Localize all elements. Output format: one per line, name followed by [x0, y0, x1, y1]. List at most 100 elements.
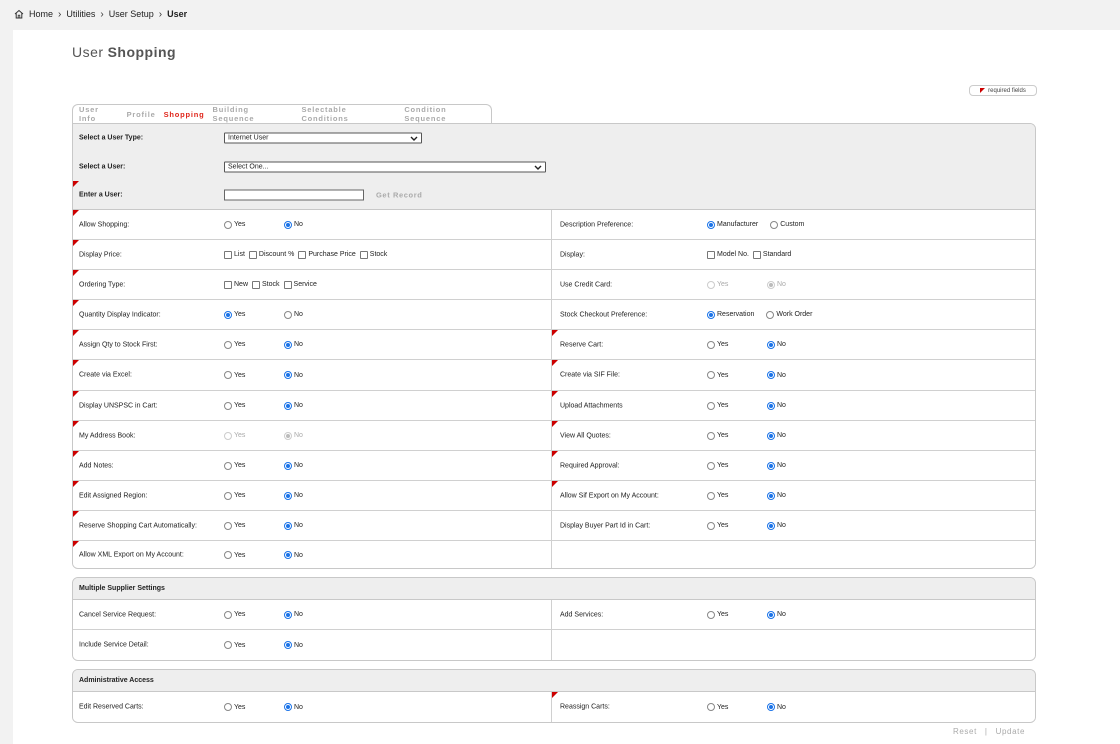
update-button[interactable]: Update — [996, 727, 1025, 736]
ordering-type-option-new[interactable]: New — [224, 280, 248, 289]
stock-checkout-preference-option-work-order[interactable]: Work Order — [766, 310, 812, 319]
breadcrumb-home[interactable]: Home — [29, 9, 53, 19]
checkbox[interactable] — [224, 250, 232, 259]
allow-sif-export-on-my-account-option-yes[interactable]: Yes — [707, 491, 767, 500]
radio-button[interactable] — [224, 340, 232, 349]
display-option-model-no[interactable]: Model No. — [707, 250, 749, 259]
radio-button[interactable] — [766, 310, 775, 319]
radio-button[interactable] — [224, 551, 232, 559]
description-preference-option-custom[interactable]: Custom — [770, 220, 804, 229]
get-record-button[interactable]: Get Record — [376, 191, 422, 200]
display-unspsc-in-cart-option-no[interactable]: No — [284, 401, 344, 410]
radio-button[interactable] — [707, 340, 715, 349]
checkbox[interactable] — [283, 280, 292, 289]
tab-building-sequence[interactable]: Building Sequence — [213, 105, 294, 123]
display-buyer-part-id-in-cart-option-yes[interactable]: Yes — [707, 521, 767, 530]
add-notes-option-yes[interactable]: Yes — [224, 461, 284, 470]
home-icon[interactable] — [14, 9, 24, 19]
tab-shopping[interactable]: Shopping — [164, 110, 205, 119]
view-all-quotes-option-no[interactable]: No — [767, 431, 827, 440]
radio-button[interactable] — [707, 703, 715, 711]
radio-button[interactable] — [767, 340, 775, 349]
add-services-option-no[interactable]: No — [767, 610, 827, 619]
checkbox[interactable] — [252, 280, 261, 289]
upload-attachments-option-no[interactable]: No — [767, 401, 827, 410]
upload-attachments-option-yes[interactable]: Yes — [707, 401, 767, 410]
create-via-sif-file-option-yes[interactable]: Yes — [707, 371, 767, 379]
edit-assigned-region-option-yes[interactable]: Yes — [224, 491, 284, 500]
include-service-detail-option-yes[interactable]: Yes — [224, 641, 284, 649]
display-price-option-list[interactable]: List — [224, 250, 245, 259]
display-price-option-stock[interactable]: Stock — [359, 250, 387, 259]
tab-profile[interactable]: Profile — [127, 110, 156, 119]
checkbox[interactable] — [248, 250, 257, 259]
radio-button[interactable] — [707, 220, 715, 229]
add-notes-option-no[interactable]: No — [284, 461, 344, 470]
radio-button[interactable] — [770, 220, 779, 229]
edit-assigned-region-option-no[interactable]: No — [284, 491, 344, 500]
quantity-display-indicator-option-yes[interactable]: Yes — [224, 310, 284, 319]
checkbox[interactable] — [298, 250, 307, 259]
description-preference-option-manufacturer[interactable]: Manufacturer — [707, 220, 758, 229]
view-all-quotes-option-yes[interactable]: Yes — [707, 431, 767, 440]
radio-button[interactable] — [767, 491, 775, 500]
radio-button[interactable] — [767, 521, 775, 530]
edit-reserved-carts-option-no[interactable]: No — [284, 703, 344, 711]
radio-button[interactable] — [707, 521, 715, 530]
radio-button[interactable] — [707, 461, 715, 470]
ordering-type-option-service[interactable]: Service — [283, 280, 317, 289]
radio-button[interactable] — [767, 431, 775, 440]
required-approval-option-no[interactable]: No — [767, 461, 827, 470]
radio-button[interactable] — [707, 310, 715, 319]
radio-button[interactable] — [707, 610, 715, 619]
enter-user-input[interactable] — [224, 189, 364, 201]
radio-button[interactable] — [284, 401, 292, 410]
quantity-display-indicator-option-no[interactable]: No — [284, 310, 344, 319]
edit-reserved-carts-option-yes[interactable]: Yes — [224, 703, 284, 711]
radio-button[interactable] — [224, 521, 232, 530]
cancel-service-request-option-yes[interactable]: Yes — [224, 610, 284, 619]
radio-button[interactable] — [224, 310, 232, 319]
reserve-cart-option-no[interactable]: No — [767, 340, 827, 349]
radio-button[interactable] — [707, 431, 715, 440]
create-via-excel-option-no[interactable]: No — [284, 371, 344, 379]
required-approval-option-yes[interactable]: Yes — [707, 461, 767, 470]
user-select[interactable]: Select One... — [224, 161, 546, 172]
radio-button[interactable] — [284, 310, 292, 319]
radio-button[interactable] — [767, 371, 775, 379]
radio-button[interactable] — [707, 491, 715, 500]
reset-button[interactable]: Reset — [953, 727, 977, 736]
display-option-standard[interactable]: Standard — [752, 250, 791, 259]
ordering-type-option-stock[interactable]: Stock — [252, 280, 280, 289]
reserve-cart-option-yes[interactable]: Yes — [707, 340, 767, 349]
radio-button[interactable] — [284, 521, 292, 530]
reserve-shopping-cart-automatically-option-yes[interactable]: Yes — [224, 521, 284, 530]
radio-button[interactable] — [767, 610, 775, 619]
add-services-option-yes[interactable]: Yes — [707, 610, 767, 619]
display-unspsc-in-cart-option-yes[interactable]: Yes — [224, 401, 284, 410]
radio-button[interactable] — [224, 703, 232, 711]
create-via-sif-file-option-no[interactable]: No — [767, 371, 827, 379]
allow-shopping-option-yes[interactable]: Yes — [224, 220, 284, 229]
stock-checkout-preference-option-reservation[interactable]: Reservation — [707, 310, 754, 319]
radio-button[interactable] — [284, 641, 292, 649]
allow-shopping-option-no[interactable]: No — [284, 220, 344, 229]
radio-button[interactable] — [224, 371, 232, 379]
checkbox[interactable] — [224, 280, 232, 289]
reassign-carts-option-yes[interactable]: Yes — [707, 703, 767, 711]
reserve-shopping-cart-automatically-option-no[interactable]: No — [284, 521, 344, 530]
radio-button[interactable] — [224, 610, 232, 619]
radio-button[interactable] — [224, 401, 232, 410]
tab-condition-sequence[interactable]: Condition Sequence — [404, 105, 491, 123]
radio-button[interactable] — [284, 491, 292, 500]
radio-button[interactable] — [284, 703, 292, 711]
radio-button[interactable] — [707, 371, 715, 379]
allow-xml-export-on-my-account-option-yes[interactable]: Yes — [224, 551, 284, 559]
radio-button[interactable] — [767, 401, 775, 410]
display-price-option-purchase-price[interactable]: Purchase Price — [298, 250, 356, 259]
radio-button[interactable] — [284, 610, 292, 619]
assign-qty-to-stock-first-option-yes[interactable]: Yes — [224, 340, 284, 349]
checkbox[interactable] — [359, 250, 368, 259]
cancel-service-request-option-no[interactable]: No — [284, 610, 344, 619]
allow-sif-export-on-my-account-option-no[interactable]: No — [767, 491, 827, 500]
